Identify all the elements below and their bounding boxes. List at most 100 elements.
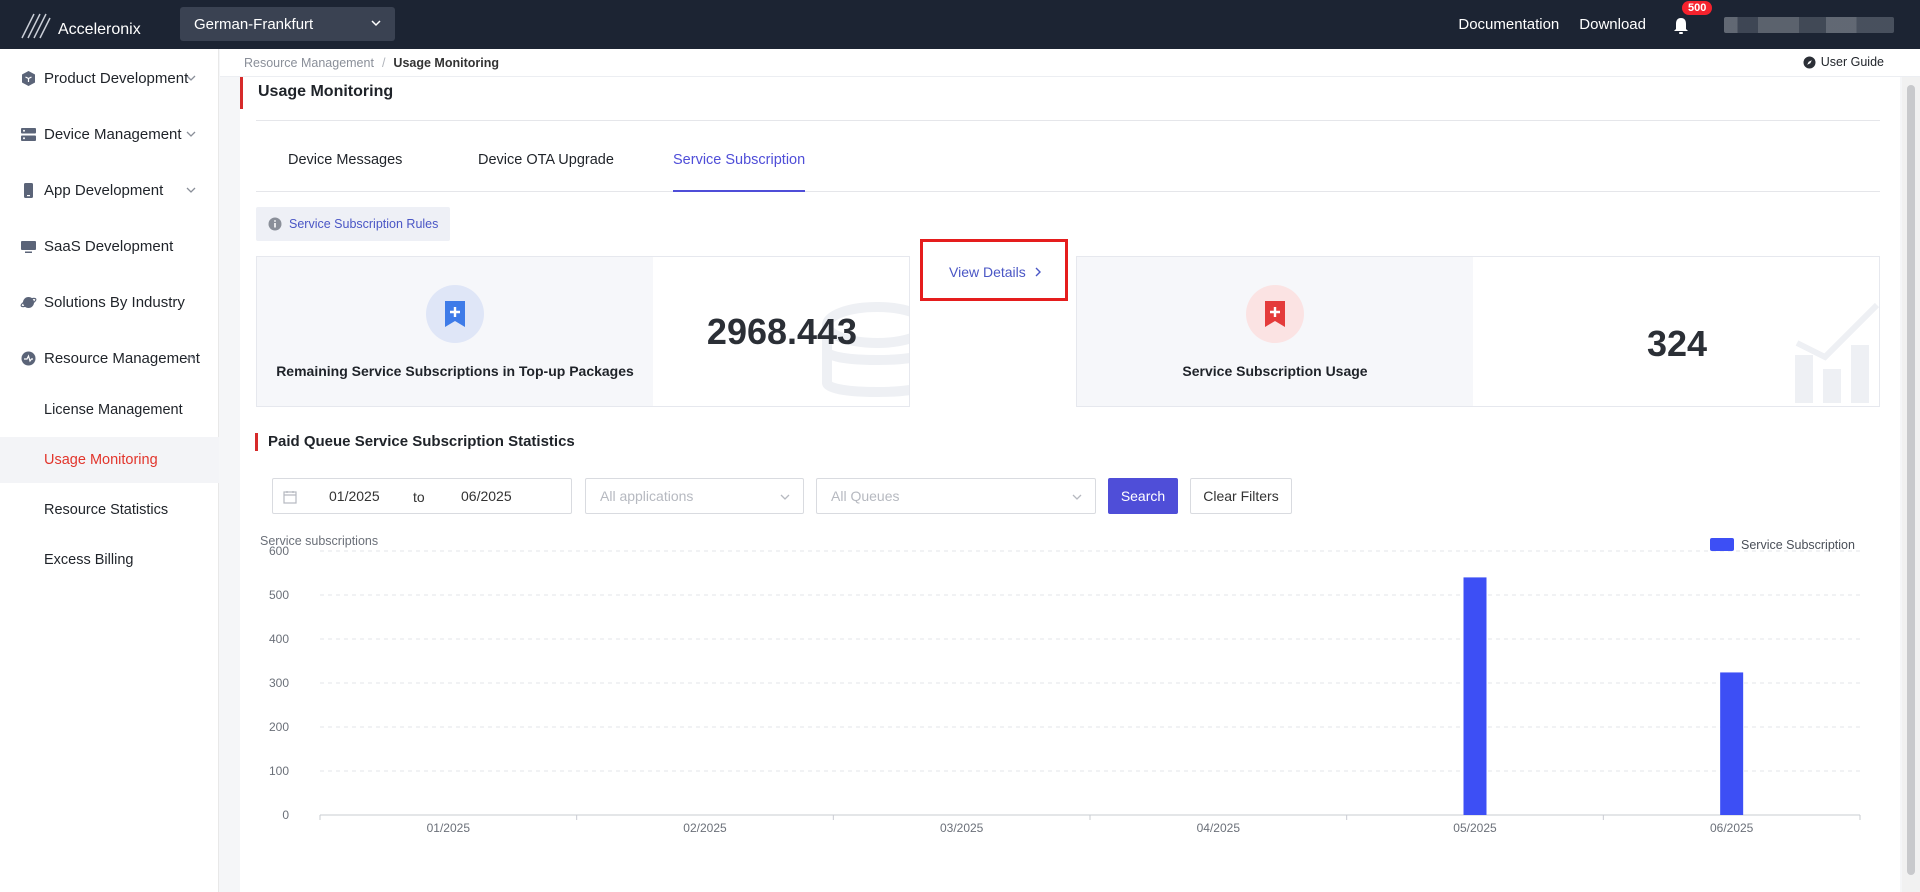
view-details-highlight: View Details: [920, 239, 1068, 301]
server-icon: [21, 128, 36, 141]
date-range-separator: to: [413, 489, 425, 505]
user-guide-label: User Guide: [1820, 55, 1884, 69]
breadcrumb-bar: Resource Management / Usage Monitoring Use…: [220, 49, 1920, 77]
sidebar-item-resource-management[interactable]: Resource Management: [0, 338, 219, 378]
y-tick-label: 600: [269, 544, 289, 558]
sidebar-subitem-label: Usage Monitoring: [44, 452, 158, 468]
scrollbar-thumb[interactable]: [1907, 85, 1915, 875]
sidebar-item-saas-development[interactable]: SaaS Development: [0, 226, 219, 266]
sidebar-subitem-license-management[interactable]: License Management: [0, 387, 219, 433]
sidebar-subitem-excess-billing[interactable]: Excess Billing: [0, 537, 219, 583]
brand-logo[interactable]: Acceleronix: [20, 8, 141, 42]
queue-select[interactable]: All Queues: [816, 478, 1096, 514]
section-title: Paid Queue Service Subscription Statisti…: [255, 433, 575, 451]
planet-icon: [20, 297, 37, 308]
remaining-value: 2968.443: [706, 311, 858, 352]
date-from-value[interactable]: 01/2025: [329, 488, 380, 504]
tab-service-subscription[interactable]: Service Subscription: [673, 145, 806, 192]
monitor-icon: [21, 241, 36, 253]
sidebar-item-product-development[interactable]: Product Development: [0, 58, 219, 98]
breadcrumb: Resource Management / Usage Monitoring: [244, 56, 499, 70]
x-tick-label: 01/2025: [427, 821, 471, 835]
sidebar-subitem-label: Resource Statistics: [44, 502, 169, 518]
sidebar-item-label: Product Development: [44, 69, 189, 87]
card-label: Remaining Service Subscriptions in Top-u…: [276, 363, 634, 379]
bookmark-plus-icon: [426, 285, 484, 343]
x-tick-label: 03/2025: [940, 821, 984, 835]
page-title: Usage Monitoring: [240, 77, 393, 109]
view-details-link[interactable]: View Details: [949, 264, 1042, 280]
chevron-right-icon: [1035, 267, 1041, 277]
usage-value: 324: [1646, 323, 1708, 364]
top-bar: Acceleronix German-Frankfurt Documentati…: [0, 0, 1920, 49]
sidebar-item-label: SaaS Development: [44, 237, 174, 255]
sidebar: Product Development Device Management Ap…: [0, 49, 219, 892]
chevron-down-icon: [780, 494, 790, 500]
sidebar-item-label: Resource Management: [44, 349, 200, 367]
sidebar-subitem-resource-statistics[interactable]: Resource Statistics: [0, 487, 219, 533]
date-to-value[interactable]: 06/2025: [461, 488, 512, 504]
x-tick-label: 05/2025: [1453, 821, 1497, 835]
queue-select-placeholder: All Queues: [831, 488, 900, 504]
sidebar-item-solutions-by-industry[interactable]: Solutions By Industry: [0, 282, 219, 322]
info-icon: [268, 217, 282, 231]
legend-swatch: [1710, 538, 1734, 551]
month-range-picker[interactable]: 01/2025 to 06/2025: [272, 478, 572, 514]
sidebar-subitem-label: Excess Billing: [44, 552, 134, 568]
chart-canvas: Service subscriptions0100200300400500600…: [260, 534, 1861, 835]
search-button[interactable]: Search: [1108, 478, 1178, 514]
sidebar-subitem-label: License Management: [44, 402, 183, 418]
bar: [1463, 577, 1487, 815]
tab-device-messages[interactable]: Device Messages: [288, 145, 402, 192]
divider: [256, 120, 1880, 121]
compass-icon: [1803, 56, 1816, 68]
tab-device-ota-upgrade[interactable]: Device OTA Upgrade: [478, 145, 614, 192]
x-tick-label: 04/2025: [1197, 821, 1241, 835]
user-guide-link[interactable]: User Guide: [1803, 55, 1884, 69]
user-account-menu[interactable]: [1724, 16, 1894, 33]
download-link[interactable]: Download: [1579, 16, 1646, 33]
cube-icon: [22, 71, 35, 86]
chevron-down-icon: [186, 75, 196, 81]
card-label: Service Subscription Usage: [1182, 363, 1368, 379]
dashboard-icon: [21, 351, 36, 366]
y-tick-label: 300: [269, 676, 289, 690]
sidebar-item-label: Device Management: [44, 125, 182, 143]
y-tick-label: 500: [269, 588, 289, 602]
x-tick-label: 02/2025: [683, 821, 727, 835]
breadcrumb-current: Usage Monitoring: [393, 56, 499, 70]
subscription-bar-chart: Service subscriptions 0 100 200 300 400 500 600…: [240, 532, 1900, 892]
rules-label: Service Subscription Rules: [289, 217, 439, 231]
bookmark-plus-icon: [1246, 285, 1304, 343]
sidebar-item-app-development[interactable]: App Development: [0, 170, 219, 210]
breadcrumb-parent[interactable]: Resource Management: [244, 56, 374, 70]
brand-name: Acceleronix: [58, 21, 141, 38]
chevron-down-icon: [186, 131, 196, 137]
sidebar-item-device-management[interactable]: Device Management: [0, 114, 219, 154]
tab-bar: Device Messages Device OTA Upgrade Servi…: [256, 145, 1880, 192]
y-tick-label: 100: [269, 764, 289, 778]
application-select-placeholder: All applications: [600, 488, 694, 504]
phone-icon: [24, 183, 33, 198]
clear-filters-button[interactable]: Clear Filters: [1190, 478, 1292, 514]
sidebar-subitem-usage-monitoring[interactable]: Usage Monitoring: [0, 437, 219, 483]
documentation-link[interactable]: Documentation: [1458, 16, 1559, 33]
region-selector[interactable]: German-Frankfurt: [180, 7, 395, 41]
bell-icon: [1674, 17, 1688, 34]
region-label: German-Frankfurt: [194, 15, 314, 33]
sidebar-item-label: App Development: [44, 181, 164, 199]
notification-count-badge: 500: [1682, 0, 1713, 15]
y-tick-label: 0: [282, 808, 289, 822]
service-subscription-rules-link[interactable]: Service Subscription Rules: [256, 207, 451, 241]
page-scrollbar[interactable]: [1902, 77, 1920, 892]
remaining-subscriptions-card: Remaining Service Subscriptions in Top-u…: [256, 256, 910, 407]
notifications-button[interactable]: 500: [1672, 0, 1713, 36]
application-select[interactable]: All applications: [585, 478, 804, 514]
subscription-usage-card: Service Subscription Usage 324: [1076, 256, 1880, 407]
y-tick-label: 200: [269, 720, 289, 734]
breadcrumb-separator: /: [381, 56, 386, 70]
y-tick-label: 400: [269, 632, 289, 646]
chevron-down-icon: [186, 187, 196, 193]
sidebar-item-label: Solutions By Industry: [44, 293, 185, 311]
calendar-icon: [283, 491, 297, 504]
